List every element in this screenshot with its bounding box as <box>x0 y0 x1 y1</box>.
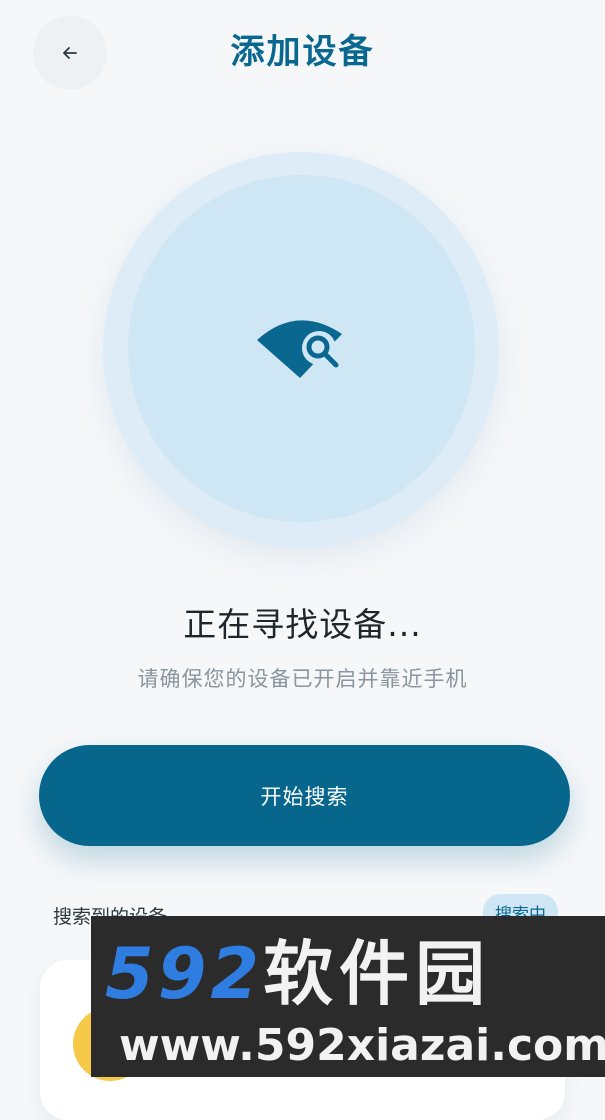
start-search-button[interactable]: 开始搜索 <box>39 745 570 846</box>
status-heading: 正在寻找设备... <box>183 605 422 644</box>
wifi-search-icon <box>252 312 352 386</box>
watermark-overlay: 592软件园 www.592xiazai.com <box>91 916 605 1077</box>
watermark-url: www.592xiazai.com <box>119 1020 605 1071</box>
scan-radar-inner <box>128 175 475 522</box>
status-subtext: 请确保您的设备已开启并靠近手机 <box>137 667 468 691</box>
watermark-brand-text: 软件园 <box>263 933 492 1015</box>
scan-radar <box>103 152 499 548</box>
watermark-brand-number: 592 <box>105 933 264 1015</box>
watermark-logo: 592软件园 <box>105 934 491 1014</box>
page-title: 添加设备 <box>230 32 375 72</box>
